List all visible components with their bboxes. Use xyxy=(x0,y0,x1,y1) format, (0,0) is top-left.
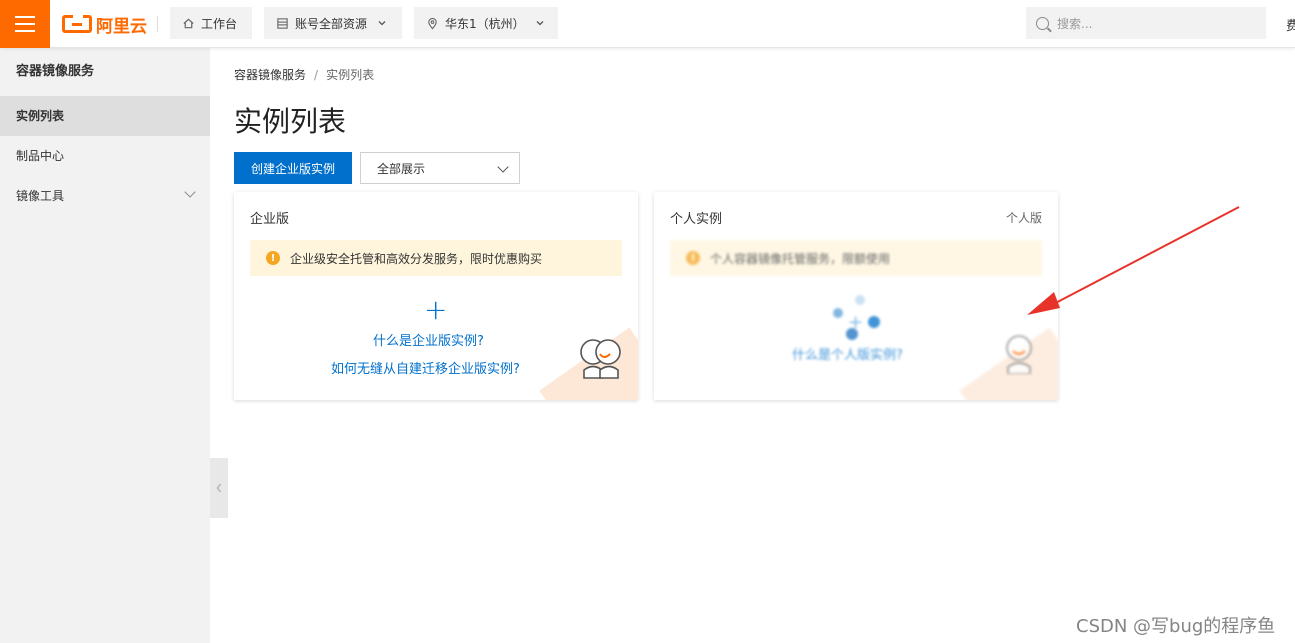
aliyun-logo-icon xyxy=(62,14,92,33)
logo-text: 阿里云 xyxy=(96,16,147,37)
warning-icon: ! xyxy=(266,251,280,265)
sidebar-item-label: 实例列表 xyxy=(16,109,65,123)
resources-dropdown[interactable]: 账号全部资源 xyxy=(264,7,402,39)
watermark-text: CSDN @写bug的程序鱼 xyxy=(1076,616,1276,637)
breadcrumb: 容器镜像服务 / 实例列表 xyxy=(234,66,374,83)
sidebar-title: 容器镜像服务 xyxy=(16,64,95,79)
sidebar: 容器镜像服务 实例列表 制品中心 镜像工具 xyxy=(0,48,210,643)
menu-line xyxy=(15,23,35,25)
chevron-left-icon xyxy=(216,483,222,493)
personal-instance-card: 个人实例 个人版 ! 个人容器镜像托管服务，限额使用 + 什么是个人版实例? xyxy=(654,192,1058,400)
sidebar-item-label: 制品中心 xyxy=(16,149,65,163)
sidebar-item-instance-list[interactable]: 实例列表 xyxy=(0,96,210,136)
breadcrumb-current: 实例列表 xyxy=(326,68,375,82)
region-label: 华东1（杭州） xyxy=(445,16,525,31)
create-enterprise-instance-button[interactable]: 创建企业版实例 xyxy=(234,152,352,184)
hamburger-menu-button[interactable] xyxy=(0,0,50,48)
menu-line xyxy=(15,30,35,32)
search-icon xyxy=(1036,16,1049,30)
annotation-arrow xyxy=(1027,206,1240,315)
chevron-down-icon xyxy=(378,21,386,26)
aliyun-logo[interactable]: 阿里云 xyxy=(62,12,147,37)
team-avatar-icon xyxy=(580,339,621,379)
resources-label: 账号全部资源 xyxy=(295,16,368,31)
fee-menu-truncated[interactable]: 费 xyxy=(1286,15,1295,34)
chevron-down-icon xyxy=(497,161,509,173)
menu-line xyxy=(15,16,35,18)
sidebar-item-label: 镜像工具 xyxy=(16,189,65,203)
chevron-down-icon xyxy=(184,186,196,198)
top-navigation-bar: 阿里云 工作台 账号全部资源 华东1（杭州） 搜索... 费 xyxy=(0,0,1295,48)
list-icon xyxy=(277,17,288,29)
migrate-to-enterprise-link[interactable]: 如何无缝从自建迁移企业版实例? xyxy=(331,358,520,377)
select-value: 全部展示 xyxy=(377,161,426,176)
search-placeholder: 搜索... xyxy=(1057,16,1093,31)
breadcrumb-separator: / xyxy=(314,68,319,82)
what-is-enterprise-link[interactable]: 什么是企业版实例? xyxy=(373,330,484,349)
sidebar-item-artifact-center[interactable]: 制品中心 xyxy=(0,136,210,176)
region-dropdown[interactable]: 华东1（杭州） xyxy=(414,7,558,39)
notice-text: 企业级安全托管和高效分发服务，限时优惠购买 xyxy=(290,251,543,266)
user-avatar-icon xyxy=(1006,335,1032,374)
workbench-button[interactable]: 工作台 xyxy=(170,7,252,39)
svg-text:+: + xyxy=(848,312,863,333)
enterprise-edition-card: 企业版 ! 企业级安全托管和高效分发服务，限时优惠购买 + 什么是企业版实例? … xyxy=(234,192,638,400)
loading-dots-icon: + xyxy=(833,295,880,340)
card-title: 个人实例 xyxy=(670,212,723,227)
warning-icon: ! xyxy=(686,251,700,265)
what-is-personal-link[interactable]: 什么是个人版实例? xyxy=(792,344,903,363)
display-filter-select[interactable]: 全部展示 xyxy=(360,152,520,184)
create-plus-icon[interactable]: + xyxy=(424,296,447,324)
location-pin-icon xyxy=(428,17,437,29)
card-title: 企业版 xyxy=(250,212,290,227)
sidebar-item-image-tools[interactable]: 镜像工具 xyxy=(0,176,210,216)
breadcrumb-link[interactable]: 容器镜像服务 xyxy=(234,68,306,82)
home-icon xyxy=(183,18,194,28)
promo-notice: ! 个人容器镜像托管服务，限额使用 xyxy=(670,240,1042,276)
logo-divider xyxy=(157,16,158,32)
sidebar-collapse-handle[interactable] xyxy=(210,458,228,518)
notice-text: 个人容器镜像托管服务，限额使用 xyxy=(710,251,891,266)
search-input[interactable]: 搜索... xyxy=(1026,7,1266,39)
chevron-down-icon xyxy=(536,21,544,26)
page-title: 实例列表 xyxy=(234,105,347,138)
workbench-label: 工作台 xyxy=(201,16,238,31)
promo-notice: ! 企业级安全托管和高效分发服务，限时优惠购买 xyxy=(250,240,622,276)
